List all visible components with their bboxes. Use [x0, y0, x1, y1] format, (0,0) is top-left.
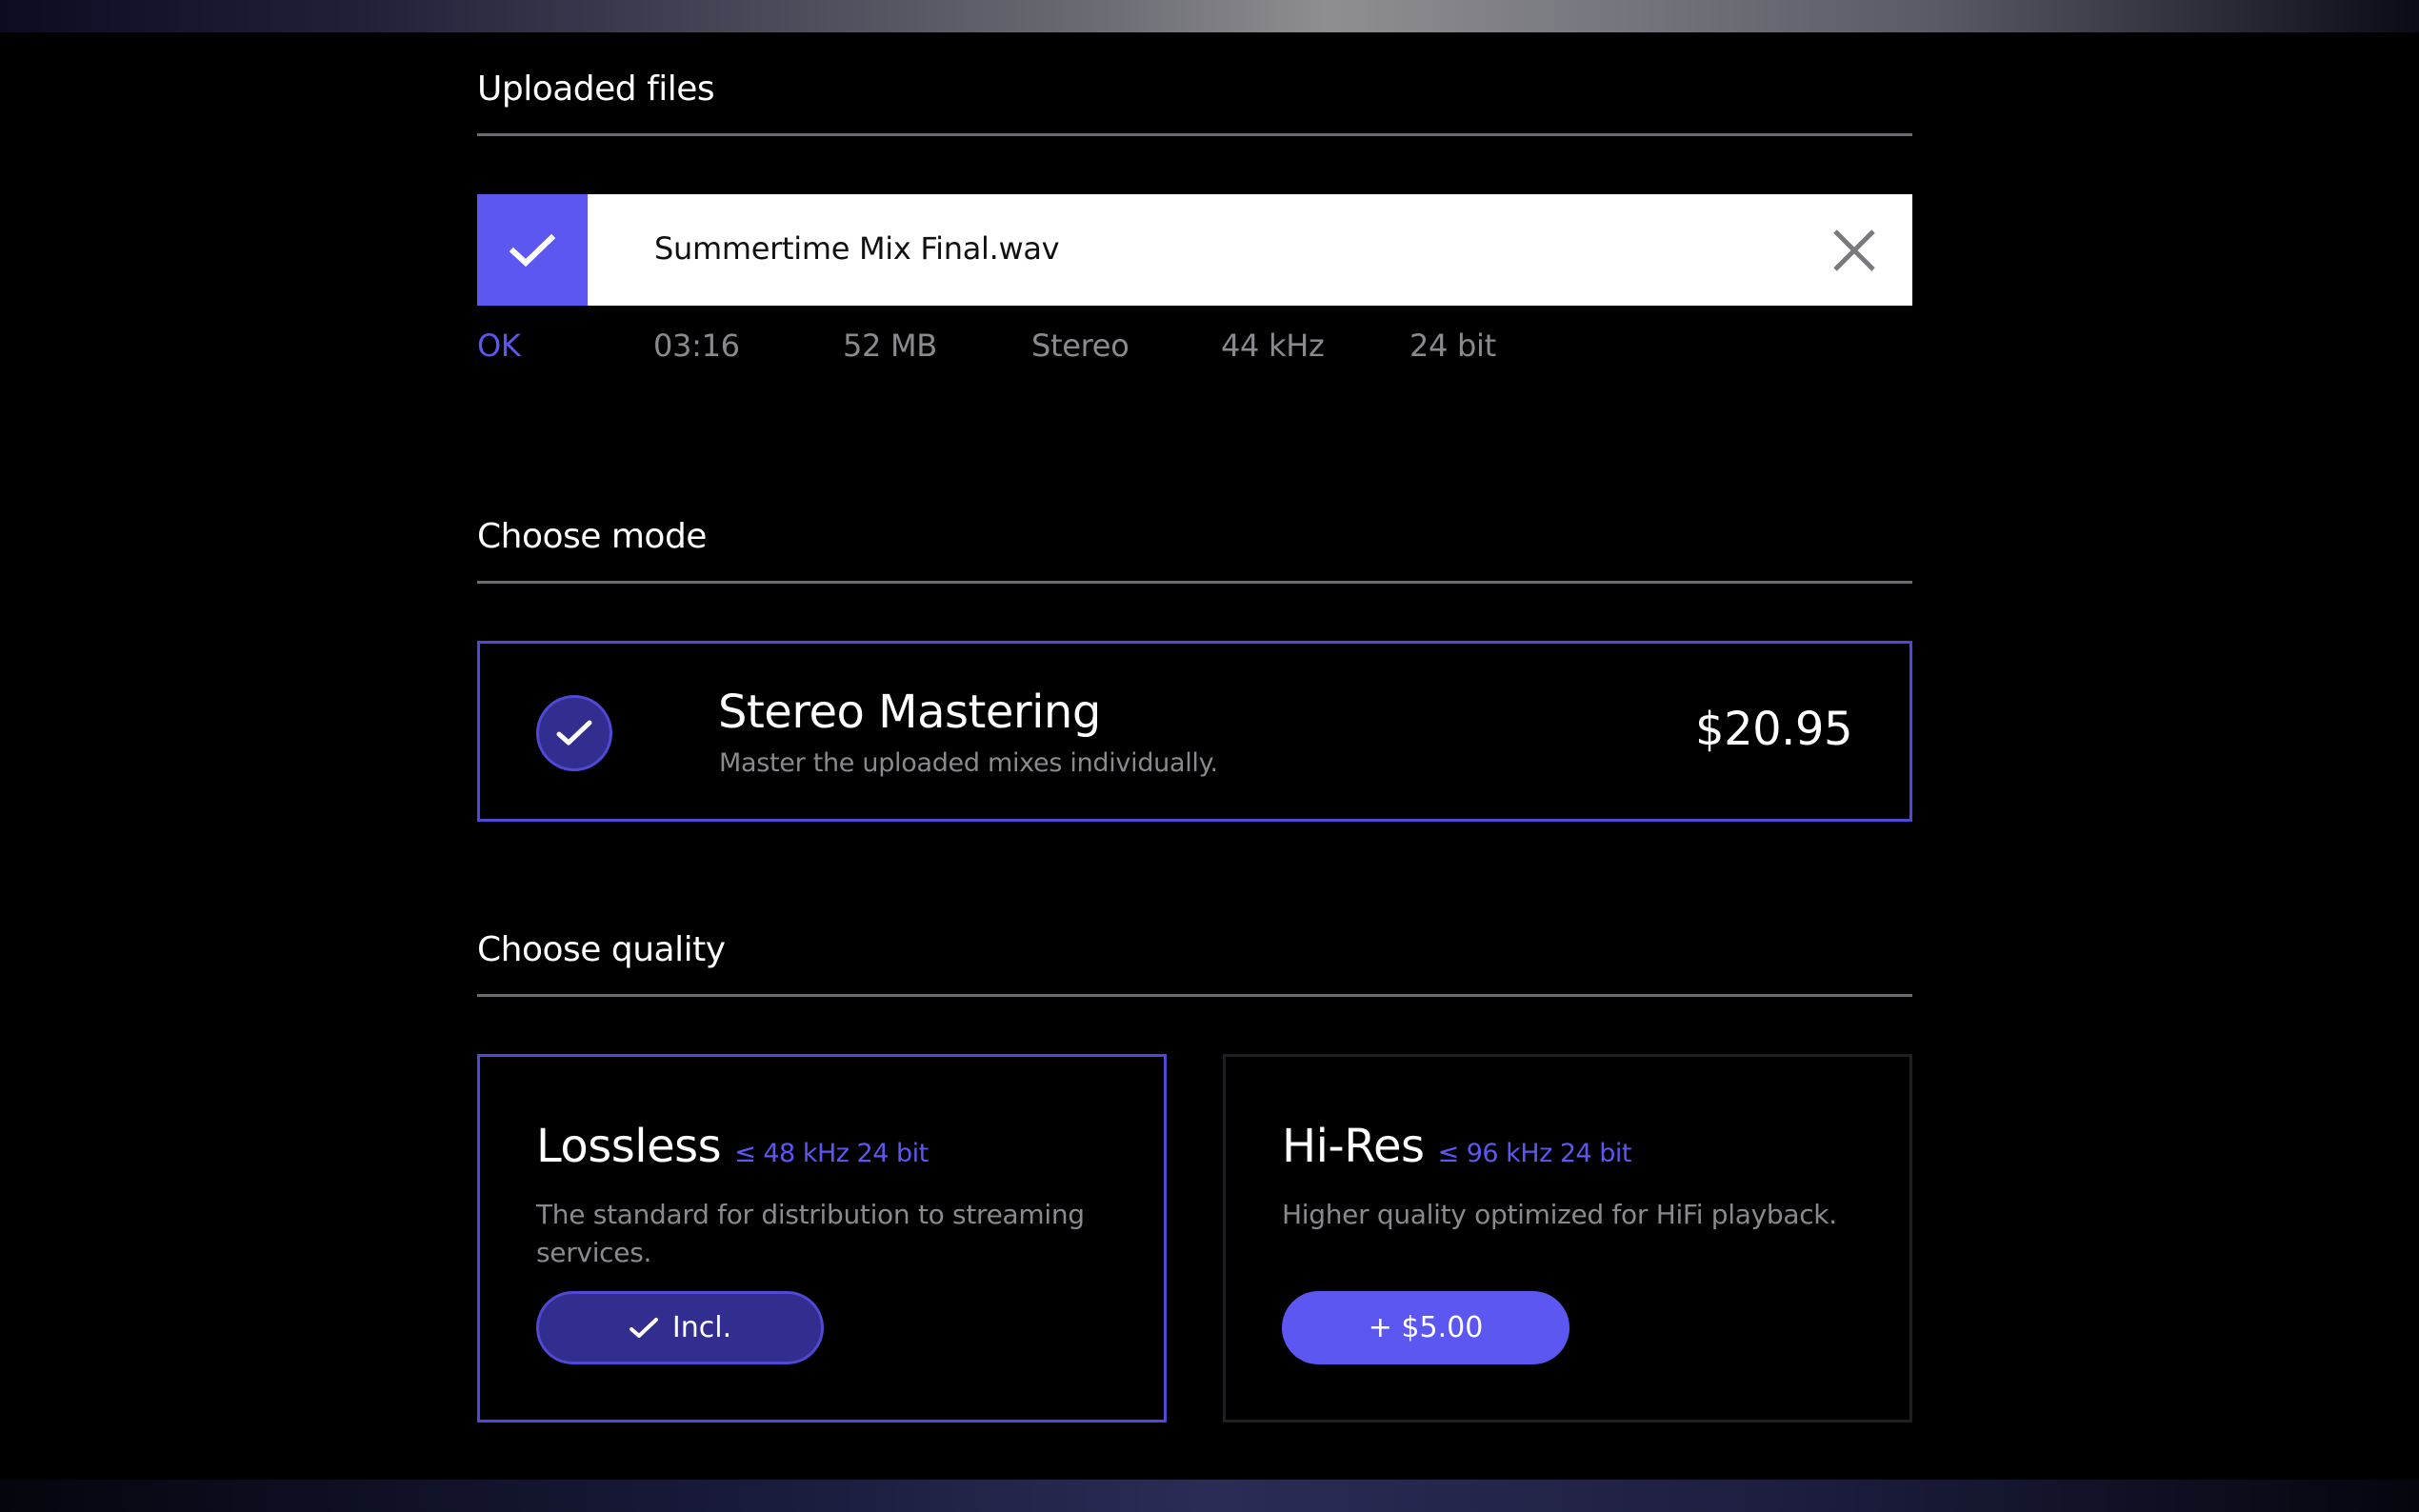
quality-name: Lossless — [536, 1120, 722, 1173]
page: Uploaded files Summertime Mix Final.wav … — [0, 0, 2419, 1512]
file-status-check — [477, 194, 588, 306]
file-size: 52 MB — [843, 328, 937, 364]
check-icon — [556, 720, 592, 746]
add-hi-res-button[interactable]: + $5.00 — [1282, 1291, 1569, 1364]
add-hi-res-button-label: + $5.00 — [1368, 1311, 1484, 1344]
top-gradient-band — [0, 0, 2419, 32]
remove-file-button[interactable] — [1830, 227, 1878, 274]
check-icon — [509, 233, 556, 267]
file-name: Summertime Mix Final.wav — [654, 230, 1060, 267]
section-divider — [477, 994, 1912, 997]
section-divider — [477, 133, 1912, 136]
quality-option-hi-res[interactable]: Hi-Res ≤ 96 kHz 24 bit Higher quality opt… — [1223, 1054, 1912, 1422]
choose-quality-heading: Choose quality — [477, 930, 726, 969]
mode-option-stereo-mastering[interactable]: Stereo Mastering Master the uploaded mix… — [477, 641, 1912, 822]
mode-description: Master the uploaded mixes individually. — [719, 748, 1218, 778]
quality-title: Hi-Res ≤ 96 kHz 24 bit — [1282, 1120, 1631, 1173]
file-duration: 03:16 — [653, 328, 740, 364]
included-button[interactable]: Incl. — [536, 1291, 824, 1364]
file-status: OK — [477, 328, 521, 364]
close-icon — [1833, 229, 1875, 271]
included-button-label: Incl. — [671, 1311, 732, 1344]
quality-option-lossless[interactable]: Lossless ≤ 48 kHz 24 bit The standard for… — [477, 1054, 1167, 1422]
quality-description: Higher quality optimized for HiFi playba… — [1282, 1199, 1837, 1230]
uploaded-file-row: Summertime Mix Final.wav — [477, 194, 1912, 306]
quality-description: The standard for distribution to streami… — [536, 1199, 1085, 1268]
file-channels: Stereo — [1031, 328, 1130, 364]
mode-price: $20.95 — [1695, 703, 1852, 756]
quality-title: Lossless ≤ 48 kHz 24 bit — [536, 1120, 929, 1173]
section-divider — [477, 581, 1912, 584]
choose-mode-heading: Choose mode — [477, 517, 707, 556]
quality-name: Hi-Res — [1282, 1120, 1425, 1173]
quality-spec: ≤ 96 kHz 24 bit — [1437, 1139, 1631, 1168]
mode-selected-radio[interactable] — [536, 695, 612, 771]
file-bit-depth: 24 bit — [1409, 328, 1496, 364]
file-sample-rate: 44 kHz — [1221, 328, 1325, 364]
check-icon — [629, 1317, 658, 1338]
quality-spec: ≤ 48 kHz 24 bit — [734, 1139, 929, 1168]
mode-title: Stereo Mastering — [718, 686, 1101, 739]
bottom-gradient-band — [0, 1480, 2419, 1512]
uploaded-files-heading: Uploaded files — [477, 70, 715, 109]
